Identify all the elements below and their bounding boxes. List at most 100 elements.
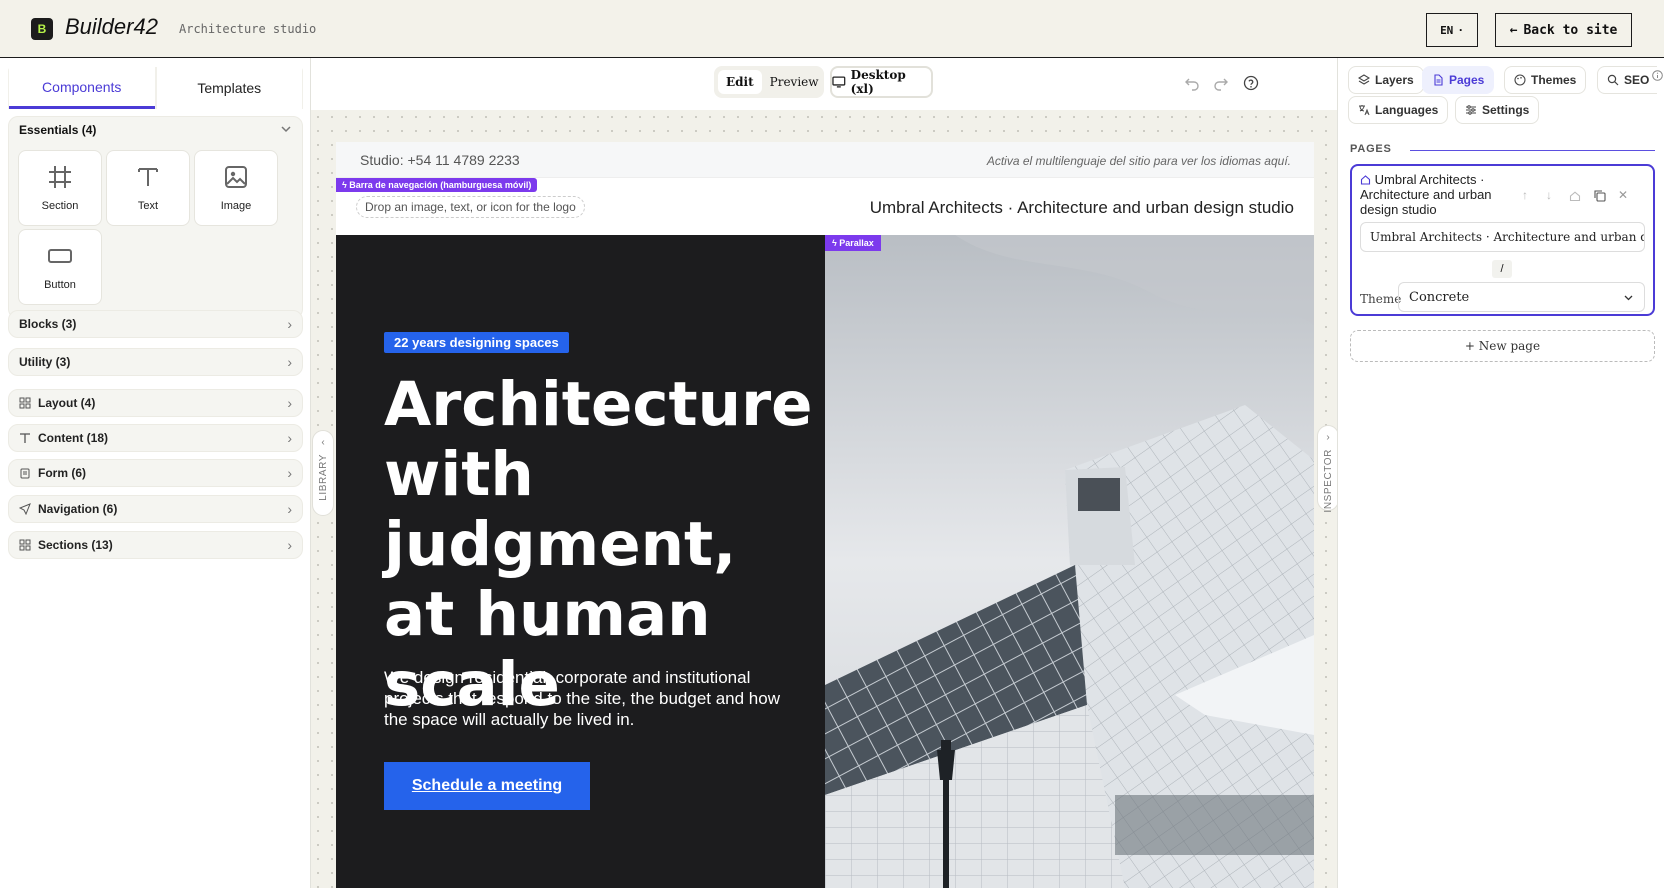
parallax-image[interactable]: ϟ Parallax [825,235,1314,888]
component-library-panel: Components Templates Essentials (4) Sect… [0,58,311,888]
tab-pages[interactable]: Pages [1422,66,1495,94]
parallax-badge[interactable]: ϟ Parallax [825,235,881,251]
years-badge[interactable]: 22 years designing spaces [384,332,569,353]
group-label: Form (6) [38,466,86,480]
undo-icon[interactable] [1184,75,1200,91]
chevron-right-icon: › [287,537,292,553]
text-t-icon [138,168,158,186]
component-button[interactable]: Button [18,229,102,305]
redo-icon[interactable] [1213,75,1229,91]
canvas-toolbar: Edit Preview Desktop (xl) [311,58,1337,110]
tab-templates[interactable]: Templates [156,67,302,109]
library-panel-toggle[interactable]: ‹ LIBRARY [312,430,334,516]
inspector-panel-toggle[interactable]: › INSPECTOR [1317,425,1339,513]
tab-seo[interactable]: SEO [1597,66,1658,94]
back-to-site-label: Back to site [1523,22,1618,38]
group-sections[interactable]: Sections (13) › [8,531,303,559]
set-home-icon[interactable] [1569,190,1581,202]
back-to-site-button[interactable]: ← Back to site [1495,13,1632,47]
group-content[interactable]: Content (18) › [8,424,303,452]
tab-label: Layers [1375,73,1414,87]
page-icon [1434,74,1443,86]
sliders-icon [1466,105,1476,115]
multilanguage-note: Activa el multilenguaje del sitio para v… [986,154,1291,168]
move-down-icon[interactable]: ↓ [1546,188,1552,202]
tab-languages[interactable]: Languages [1348,96,1449,124]
hero-subtext[interactable]: We design residential, corporate and ins… [384,667,784,730]
hero-section[interactable]: 22 years designing spaces Architecture w… [336,235,825,888]
essentials-title: Essentials (4) [19,123,97,137]
tab-label: SEO [1624,73,1650,87]
edit-preview-toggle: Edit Preview [714,66,824,98]
palette-icon [1514,74,1526,86]
library-tabs: Components Templates [8,67,303,109]
studio-phone: Studio: +54 11 4789 2233 [360,152,520,168]
group-label: Blocks (3) [19,317,77,331]
tab-label: Pages [1449,73,1485,87]
building-photo [825,235,1314,888]
app-header: B Builder42 Architecture studio EN · ← B… [0,0,1664,58]
device-selector[interactable]: Desktop (xl) [830,66,933,98]
monitor-icon [832,76,846,88]
page-title-input[interactable]: Umbral Architects · Architecture and urb… [1360,222,1645,252]
delete-page-icon[interactable]: ✕ [1618,188,1628,202]
text-t-icon [20,433,30,443]
group-label: Content (18) [38,431,108,445]
logo-dropzone[interactable]: Drop an image, text, or icon for the log… [356,196,585,218]
schedule-meeting-button[interactable]: Schedule a meeting [384,762,590,810]
page-card[interactable]: Umbral Architects · Architecture and urb… [1350,164,1655,316]
theme-select[interactable]: Concrete [1398,282,1645,312]
chevron-right-icon: › [1326,432,1330,443]
project-subtitle: Architecture studio [179,22,317,36]
page-slug[interactable]: / [1492,260,1512,278]
new-page-button[interactable]: + New page [1350,330,1655,362]
grid-hash-icon [49,166,71,188]
move-up-icon[interactable]: ↑ [1522,188,1528,202]
search-icon [1607,74,1619,86]
chevron-right-icon: › [287,501,292,517]
chevron-right-icon: › [287,395,292,411]
component-image[interactable]: Image [194,150,278,226]
tab-layers[interactable]: Layers [1348,66,1424,94]
tab-settings[interactable]: Settings [1455,96,1540,124]
group-layout[interactable]: Layout (4) › [8,389,303,417]
navbar-site-title[interactable]: Umbral Architects · Architecture and urb… [870,198,1294,218]
clipboard-icon [20,468,30,479]
edit-mode-button[interactable]: Edit [718,70,762,94]
tab-themes[interactable]: Themes [1504,66,1587,94]
group-blocks[interactable]: Blocks (3) › [8,310,303,338]
inspector-panel: Layers Pages Themes SEO Languages Settin… [1337,58,1664,888]
preview-mode-button[interactable]: Preview [762,70,827,94]
inspector-handle-label: INSPECTOR [1322,449,1334,513]
chevron-down-icon [1624,295,1633,300]
site-topbar[interactable]: Studio: +54 11 4789 2233 Activa el multi… [336,142,1314,178]
navbar-block-badge[interactable]: ϟ Barra de navegación (hamburguesa móvil… [336,178,538,192]
essentials-header[interactable]: Essentials (4) [19,123,292,137]
group-form[interactable]: Form (6) › [8,459,303,487]
chevron-down-icon [281,126,291,133]
chevron-right-icon: › [287,316,292,332]
tab-components[interactable]: Components [9,67,155,109]
group-utility[interactable]: Utility (3) › [8,348,303,376]
chevron-left-icon: ‹ [321,437,325,448]
button-icon [48,249,72,263]
group-navigation[interactable]: Navigation (6) › [8,495,303,523]
component-text[interactable]: Text [106,150,190,226]
duplicate-icon[interactable] [1593,189,1606,202]
group-label: Sections (13) [38,538,113,552]
info-icon[interactable] [1652,70,1663,81]
help-icon[interactable] [1243,75,1259,91]
navbar-badge-label: Barra de navegación (hamburguesa móvil) [349,180,532,190]
translate-icon [1359,105,1370,116]
site-preview: Studio: +54 11 4789 2233 Activa el multi… [336,142,1314,888]
layers-icon [1358,74,1370,85]
component-label: Image [220,200,252,212]
navigation-arrow-icon [19,503,31,515]
image-icon [225,166,247,188]
component-section[interactable]: Section [18,150,102,226]
home-icon [1360,175,1371,185]
component-label: Section [41,200,79,212]
theme-label: Theme [1360,292,1402,306]
language-selector[interactable]: EN · [1426,13,1478,47]
component-label: Button [44,279,76,291]
